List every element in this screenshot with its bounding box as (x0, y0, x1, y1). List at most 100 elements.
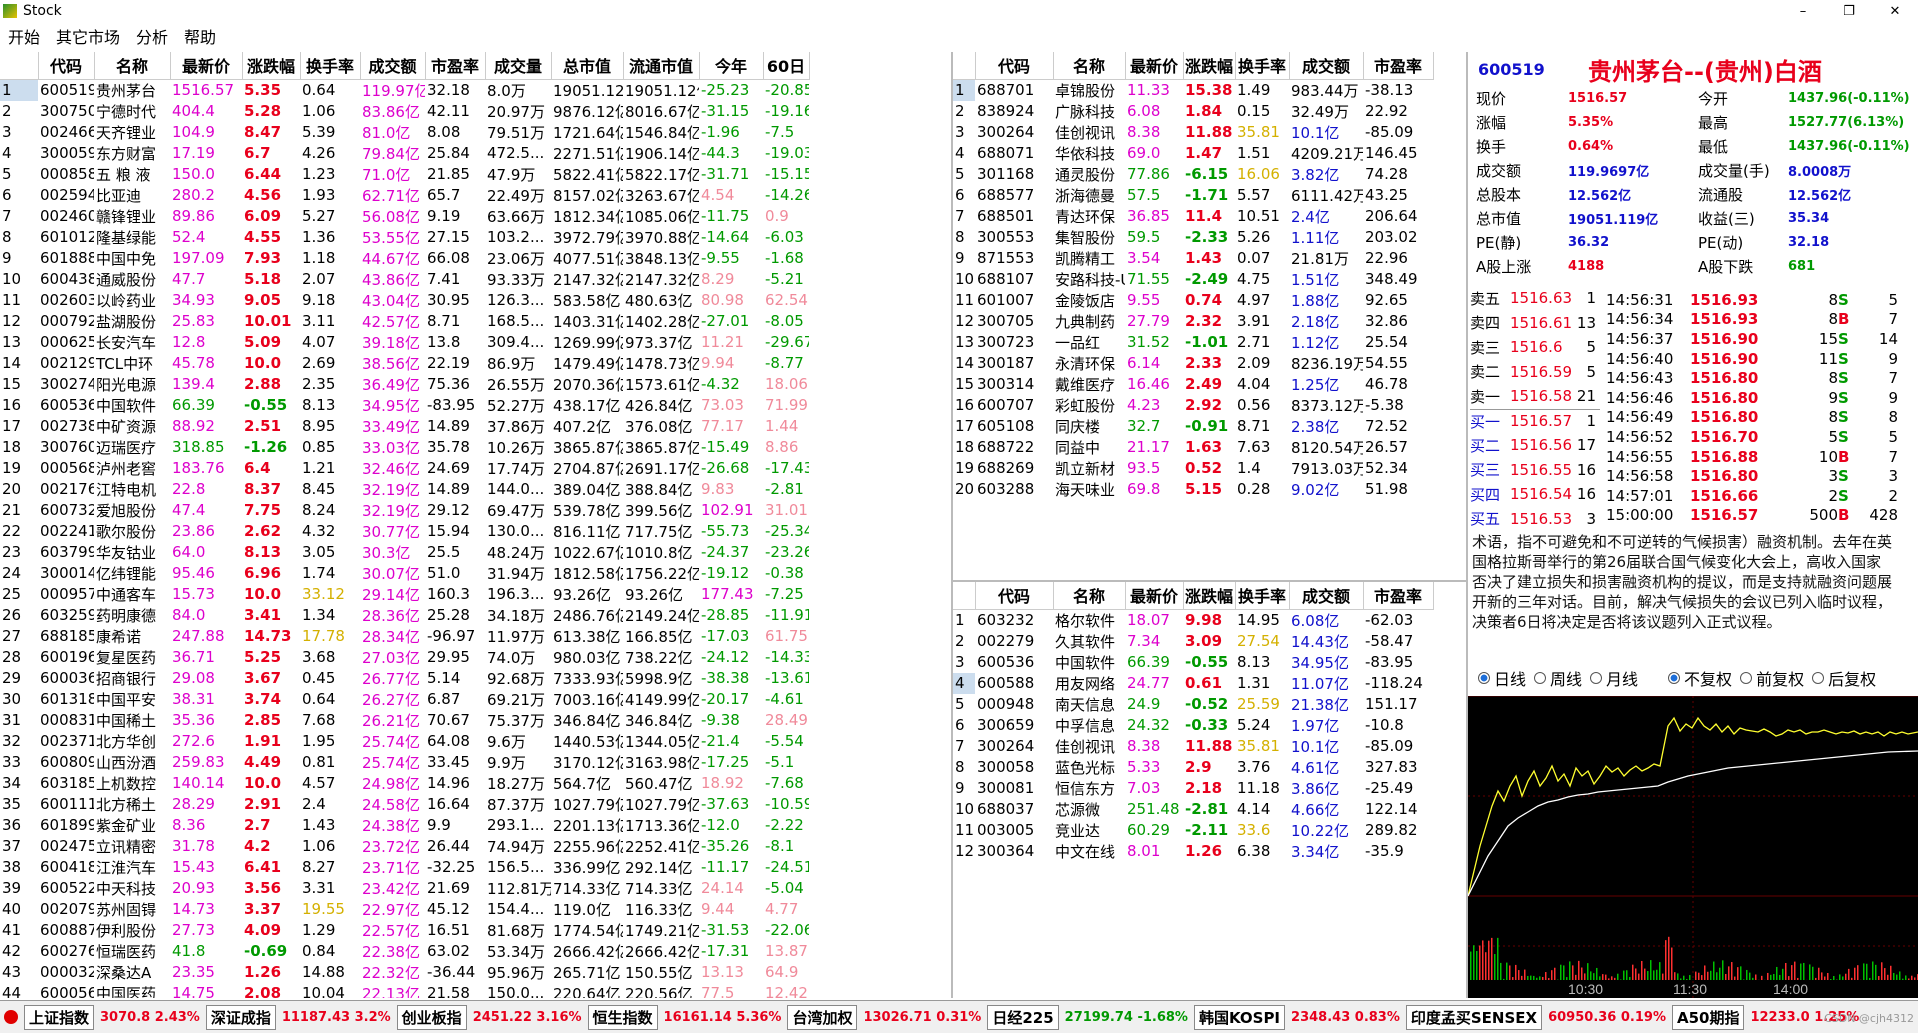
column-header[interactable]: 成交额 (1289, 52, 1364, 80)
table-row[interactable]: 18 688722 同益中 21.17 1.63 7.63 8120.54万 26.57 (953, 437, 1433, 458)
table-row[interactable]: 1 688701 卓锦股份 11.33 15.38 1.49 983.44万 -38.13 (953, 79, 1433, 101)
table-row[interactable]: 8 300058 蓝色光标 5.33 2.9 3.76 4.61亿 327.83 (953, 757, 1433, 778)
table-row[interactable]: 32 002371 北方华创 272.6 1.91 1.95 25.74亿 64.08 9.6万… (0, 731, 809, 752)
table-row[interactable]: 12 000792 盐湖股份 25.83 10.01 3.11 42.57亿 8.71 168.… (0, 311, 809, 332)
table-row[interactable]: 31 000831 中国稀土 35.36 2.85 7.68 26.21亿 70.67 75.3… (0, 710, 809, 731)
table-row[interactable]: 16 600536 中国软件 66.39 -0.55 8.13 34.95亿 -83.95 52… (0, 395, 809, 416)
table-row[interactable]: 39 600522 中天科技 20.93 3.56 3.31 23.42亿 21.69 112.… (0, 878, 809, 899)
column-header[interactable]: 60日 (763, 52, 810, 80)
radio-daily-label[interactable]: 日线 (1494, 666, 1526, 690)
column-header[interactable]: 市盈率 (1363, 582, 1434, 610)
table-row[interactable]: 27 688185 康希诺 247.88 14.73 17.78 28.34亿 -96.97 1… (0, 626, 809, 647)
table-row[interactable]: 25 000957 中通客车 15.73 10.0 33.12 29.14亿 160.3 196… (0, 584, 809, 605)
table-row[interactable]: 24 300014 亿纬锂能 95.46 6.96 1.74 30.07亿 51.0 31.94… (0, 563, 809, 584)
close-button[interactable]: ✕ (1872, 0, 1918, 22)
gainers-table[interactable]: 代码 名称 最新价 涨跌幅 换手率 成交额 市盈率 1 688701 卓锦股份 11.33 15.38… (953, 52, 1468, 582)
index-label[interactable]: 韩国KOSPI (1193, 1004, 1286, 1030)
table-row[interactable]: 23 603799 华友钴业 64.0 8.13 3.05 30.3亿 25.5 48.24万 1… (0, 542, 809, 563)
radio-weekly-label[interactable]: 周线 (1550, 666, 1582, 690)
table-row[interactable]: 38 600418 江淮汽车 15.43 6.41 8.27 23.71亿 -32.25 156… (0, 857, 809, 878)
table-row[interactable]: 29 600036 招商银行 29.08 3.67 0.45 26.77亿 5.14 92.68… (0, 668, 809, 689)
table-row[interactable]: 19 688269 凯立新材 93.5 0.52 1.4 7913.03万 52.34 (953, 458, 1433, 479)
index-label[interactable]: 创业板指 (396, 1004, 467, 1030)
column-header[interactable]: 代码 (38, 52, 95, 80)
table-row[interactable]: 9 601888 中国中免 197.09 7.93 1.18 44.67亿 66.08 23.0… (0, 248, 809, 269)
table-row[interactable]: 42 600276 恒瑞医药 41.8 -0.69 0.84 22.38亿 63.02 53.3… (0, 941, 809, 962)
radio-backward-adjust[interactable] (1812, 672, 1825, 684)
table-row[interactable]: 28 600196 复星医药 36.71 5.25 3.68 27.03亿 29.95 74.0… (0, 647, 809, 668)
column-header[interactable]: 成交额 (1289, 582, 1364, 610)
table-row[interactable]: 34 603185 上机数控 140.14 10.0 4.57 24.98亿 14.96 18.… (0, 773, 809, 794)
table-row[interactable]: 4 300059 东方财富 17.19 6.7 4.26 79.84亿 25.84 472.5.… (0, 143, 809, 164)
table-row[interactable]: 7 002460 赣锋锂业 89.86 6.09 5.27 56.08亿 9.19 63.66万… (0, 206, 809, 227)
table-row[interactable]: 2 002279 久其软件 7.34 3.09 27.54 14.43亿 -58.47 (953, 631, 1433, 652)
table-row[interactable]: 22 002241 歌尔股份 23.86 2.62 4.32 30.77亿 15.94 130.… (0, 521, 809, 542)
table-row[interactable]: 14 002129 TCL中环 45.78 10.0 2.69 38.56亿 22.19 86.… (0, 353, 809, 374)
column-header[interactable]: 换手率 (300, 52, 361, 80)
table-row[interactable]: 7 688501 青达环保 36.85 11.4 10.51 2.4亿 206.64 (953, 206, 1433, 227)
minimize-button[interactable]: – (1780, 0, 1826, 22)
column-header[interactable]: 最新价 (170, 52, 243, 80)
menu-help[interactable]: 帮助 (176, 24, 224, 48)
table-row[interactable]: 44 600056 中国医药 14.75 2.08 10.04 22.13亿 21.58 150… (0, 983, 809, 998)
column-header[interactable]: 总市值 (551, 52, 624, 80)
column-header[interactable]: 今年 (699, 52, 764, 80)
table-row[interactable]: 9 300081 恒信东方 7.03 2.18 11.18 3.86亿 -25.49 (953, 778, 1433, 799)
table-row[interactable]: 36 601899 紫金矿业 8.36 2.7 1.43 24.38亿 9.9 293.1...… (0, 815, 809, 836)
column-header[interactable]: 名称 (1053, 52, 1126, 80)
table-row[interactable]: 2 300750 宁德时代 404.4 5.28 1.06 83.86亿 42.11 20.97… (0, 101, 809, 122)
table-row[interactable]: 12 300705 九典制药 27.79 2.32 3.91 2.18亿 32.86 (953, 311, 1433, 332)
table-row[interactable]: 33 600809 山西汾酒 259.83 4.49 0.81 25.74亿 33.45 9.9… (0, 752, 809, 773)
radio-no-adjust-label[interactable]: 不复权 (1684, 666, 1732, 690)
index-label[interactable]: 恒生指数 (587, 1004, 658, 1030)
table-row[interactable]: 21 600732 爱旭股份 47.4 7.75 8.24 32.19亿 29.12 69.47… (0, 500, 809, 521)
table-row[interactable]: 30 601318 中国平安 38.31 3.74 0.64 26.27亿 6.87 69.21… (0, 689, 809, 710)
radio-no-adjust[interactable] (1668, 672, 1681, 684)
table-row[interactable]: 17 605108 同庆楼 32.7 -0.91 8.71 2.38亿 72.52 (953, 416, 1433, 437)
table-row[interactable]: 3 300264 佳创视讯 8.38 11.88 35.81 10.1亿 -85.09 (953, 122, 1433, 143)
table-row[interactable]: 4 600588 用友网络 24.77 0.61 1.31 11.07亿 -118.24 (953, 672, 1433, 694)
table-row[interactable]: 43 000032 深桑达A 23.35 1.26 14.88 22.32亿 -36.44 95… (0, 962, 809, 983)
table-row[interactable]: 1 603232 格尔软件 18.07 9.98 14.95 6.08亿 -62.03 (953, 609, 1433, 631)
table-row[interactable]: 37 002475 立讯精密 31.78 4.2 1.06 23.72亿 26.44 74.94… (0, 836, 809, 857)
table-row[interactable]: 26 603259 药明康德 84.0 3.41 1.34 28.36亿 25.28 34.18… (0, 605, 809, 626)
radio-backward-adjust-label[interactable]: 后复权 (1828, 666, 1876, 690)
table-row[interactable]: 6 002594 比亚迪 280.2 4.56 1.93 62.71亿 65.7 22.49万 8… (0, 185, 809, 206)
table-row[interactable]: 1 600519 贵州茅台 1516.57 5.35 0.64 119.97亿 32.18 8.… (0, 79, 809, 101)
radio-forward-adjust-label[interactable]: 前复权 (1756, 666, 1804, 690)
table-row[interactable]: 5 000948 南天信息 24.9 -0.52 25.59 21.38亿 151.17 (953, 694, 1433, 715)
maximize-button[interactable]: ❐ (1826, 0, 1872, 22)
column-header[interactable]: 名称 (1053, 582, 1126, 610)
index-label[interactable]: 上证指数 (24, 1004, 95, 1030)
table-row[interactable]: 15 300314 戴维医疗 16.46 2.49 4.04 1.25亿 46.78 (953, 374, 1433, 395)
table-row[interactable]: 16 600707 彩虹股份 4.23 2.92 0.56 8373.12万 -5.38 (953, 395, 1433, 416)
table-row[interactable]: 4 688071 华依科技 69.0 1.47 1.51 4209.21万 146.45 (953, 143, 1433, 164)
table-row[interactable]: 40 002079 苏州固锝 14.73 3.37 19.55 22.97亿 45.12 154… (0, 899, 809, 920)
column-header[interactable]: 名称 (94, 52, 171, 80)
table-row[interactable]: 6 688577 浙海德曼 57.5 -1.71 5.57 6111.42万 43.25 (953, 185, 1433, 206)
table-row[interactable]: 8 601012 隆基绿能 52.4 4.55 1.36 53.55亿 27.15 103.2.… (0, 227, 809, 248)
table-row[interactable]: 20 603288 海天味业 69.8 5.15 0.28 9.02亿 51.98 (953, 479, 1433, 500)
radio-weekly[interactable] (1534, 672, 1547, 684)
table-row[interactable]: 19 000568 泸州老窖 183.76 6.4 1.21 32.46亿 24.69 17.7… (0, 458, 809, 479)
sector-table[interactable]: 代码 名称 最新价 涨跌幅 换手率 成交额 市盈率 1 603232 格尔软件 18.07 9.98 1… (953, 582, 1468, 998)
index-label[interactable]: 日经225 (987, 1004, 1059, 1030)
menu-start[interactable]: 开始 (0, 24, 48, 48)
table-row[interactable]: 10 688037 芯源微 251.48 -2.81 4.14 4.66亿 122.14 (953, 799, 1433, 820)
table-row[interactable]: 18 300760 迈瑞医疗 318.85 -1.26 0.85 33.03亿 35.78 10… (0, 437, 809, 458)
table-row[interactable]: 15 300274 阳光电源 139.4 2.88 2.35 36.49亿 75.36 26.5… (0, 374, 809, 395)
tick-list[interactable]: 14:56:31 1516.93 8 S 5 14:56:34 1516.93 8 B 7 14:5… (1606, 290, 1906, 525)
table-row[interactable]: 5 000858 五 粮 液 150.0 6.44 1.23 71.0亿 21.85 47.9万… (0, 164, 809, 185)
table-row[interactable]: 11 002603 以岭药业 34.93 9.05 9.18 43.04亿 30.95 126.… (0, 290, 809, 311)
table-row[interactable]: 14 300187 永清环保 6.14 2.33 2.09 8236.19万 54.55 (953, 353, 1433, 374)
column-header[interactable]: 换手率 (1235, 52, 1290, 80)
radio-monthly[interactable] (1590, 672, 1603, 684)
table-row[interactable]: 3 600536 中国软件 66.39 -0.55 8.13 34.95亿 -83.95 (953, 652, 1433, 673)
column-header[interactable]: 涨跌幅 (242, 52, 301, 80)
column-header[interactable]: 代码 (975, 582, 1054, 610)
index-label[interactable]: 印度孟买SENSEX (1405, 1004, 1543, 1030)
column-header[interactable]: 市盈率 (1363, 52, 1434, 80)
table-row[interactable]: 11 003005 竞业达 60.29 -2.11 33.6 10.22亿 289.82 (953, 820, 1433, 841)
column-header[interactable]: 成交额 (360, 52, 426, 80)
column-header[interactable]: 涨跌幅 (1183, 582, 1236, 610)
